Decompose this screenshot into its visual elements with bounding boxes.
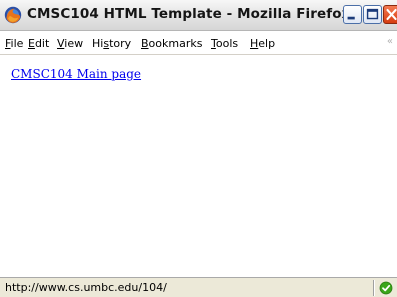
menu-tools[interactable]: Tools (211, 37, 238, 50)
window-title: CMSC104 HTML Template - Mozilla Firefox (27, 6, 351, 22)
menu-help[interactable]: Help (250, 37, 275, 50)
main-page-link[interactable]: CMSC104 Main page (11, 67, 141, 81)
title-bar[interactable]: CMSC104 HTML Template - Mozilla Firefox (0, 0, 397, 31)
minimize-icon (347, 16, 355, 20)
menu-view[interactable]: View (57, 37, 83, 50)
close-icon (386, 8, 397, 21)
menu-bookmarks[interactable]: Bookmarks (141, 37, 202, 50)
maximize-icon (366, 8, 379, 20)
menu-file[interactable]: File (5, 37, 23, 50)
minimize-button[interactable] (343, 5, 362, 24)
toolbar-overflow-chevron-icon[interactable]: « (387, 36, 393, 47)
check-status-icon[interactable] (379, 281, 393, 295)
close-button[interactable] (383, 5, 397, 24)
status-bar: http://www.cs.umbc.edu/104/ (0, 277, 397, 297)
status-divider (373, 280, 374, 296)
menu-history[interactable]: History (92, 37, 131, 50)
maximize-button[interactable] (363, 5, 382, 24)
menu-edit[interactable]: Edit (28, 37, 49, 50)
page-content: CMSC104 Main page (0, 55, 397, 277)
menu-bar: File Edit View History Bookmarks Tools H… (0, 31, 397, 55)
status-url: http://www.cs.umbc.edu/104/ (5, 281, 167, 294)
browser-window: CMSC104 HTML Template - Mozilla Firefox … (0, 0, 397, 297)
firefox-icon (4, 6, 22, 24)
